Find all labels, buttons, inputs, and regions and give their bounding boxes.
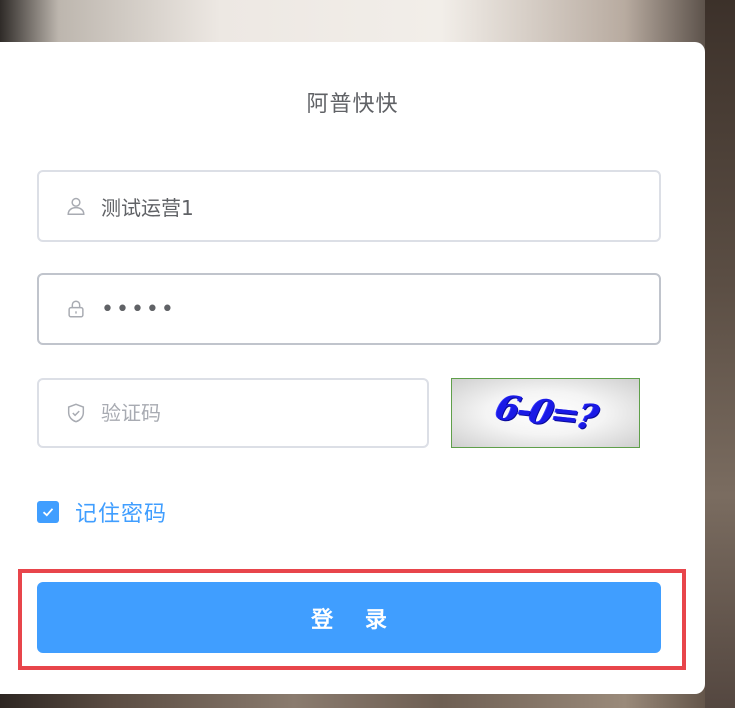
background-right — [705, 0, 735, 708]
captcha-image[interactable]: 6-0=? — [451, 378, 640, 448]
username-field[interactable] — [37, 170, 661, 242]
captcha-field[interactable] — [37, 378, 429, 448]
password-input[interactable] — [101, 296, 659, 322]
remember-password-label: 记住密码 — [75, 502, 168, 527]
lock-icon — [68, 300, 84, 318]
password-field[interactable] — [37, 273, 661, 345]
captcha-text: 6-0=? — [490, 388, 601, 438]
checkbox-checked-icon[interactable] — [37, 501, 59, 523]
login-card: 阿普快快 6-0=? 记住密码 登 录 — [0, 42, 705, 694]
login-button[interactable]: 登 录 — [37, 582, 661, 653]
user-icon — [67, 197, 85, 215]
captcha-input[interactable] — [101, 401, 427, 425]
username-input[interactable] — [101, 194, 659, 218]
app-title: 阿普快快 — [306, 92, 399, 117]
remember-password-checkbox[interactable]: 记住密码 — [37, 496, 167, 528]
shield-check-icon — [67, 403, 85, 423]
